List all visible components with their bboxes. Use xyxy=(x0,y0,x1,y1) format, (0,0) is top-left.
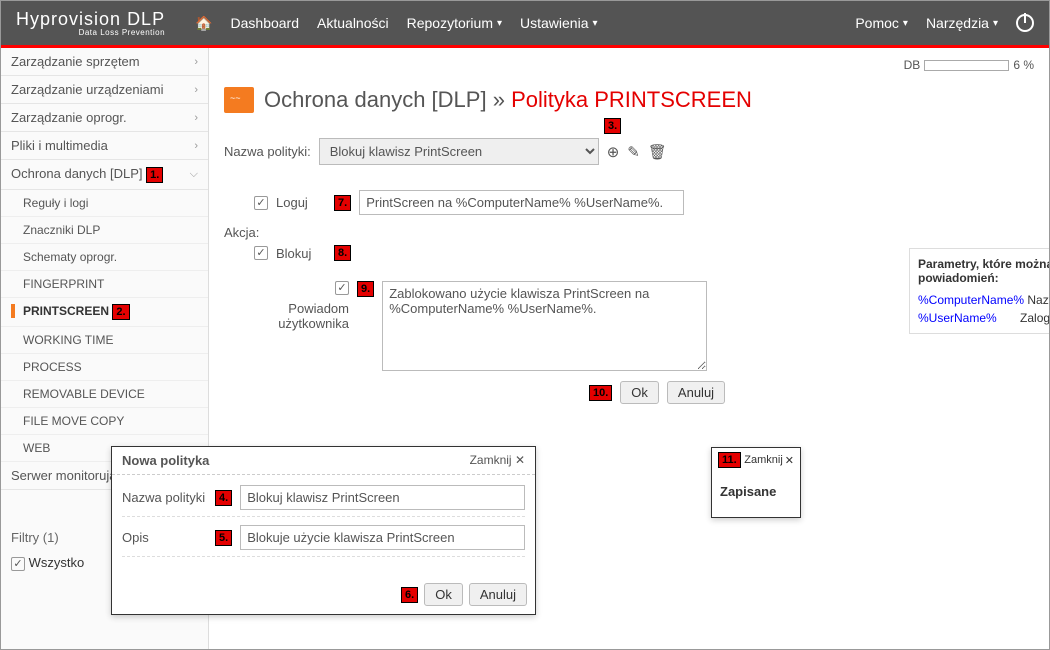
cancel-button[interactable]: Anuluj xyxy=(667,381,725,404)
annotation: 8. xyxy=(334,245,351,261)
filters-all-label: Wszystko xyxy=(29,555,85,570)
modal-cancel-button[interactable]: Anuluj xyxy=(469,583,527,606)
dlp-icon xyxy=(224,87,254,113)
params-box: Parametry, które można użyć w treści log… xyxy=(909,248,1049,334)
sidebar-item-workingtime[interactable]: WORKING TIME xyxy=(1,327,208,354)
policy-name-label: Nazwa polityki: xyxy=(224,144,311,159)
navbar: Hyprovision DLP Data Loss Prevention 🏠 D… xyxy=(1,1,1049,45)
chevron-down-icon: ▾ xyxy=(993,18,998,29)
nav-tools[interactable]: Narzędzia▾ xyxy=(926,15,998,31)
sidebar-group-software[interactable]: Zarządzanie oprogr.› xyxy=(1,104,208,132)
nav-dashboard[interactable]: Dashboard xyxy=(231,15,300,32)
sidebar-group-files[interactable]: Pliki i multimedia› xyxy=(1,132,208,160)
modal-desc-label: Opis xyxy=(122,530,207,545)
annotation: 3. xyxy=(604,118,621,134)
sidebar-item-removable[interactable]: REMOVABLE DEVICE xyxy=(1,381,208,408)
chevron-right-icon: › xyxy=(194,56,198,68)
params-title: Parametry, które można użyć w treści log… xyxy=(918,257,1049,285)
sidebar-item-schemas[interactable]: Schematy oprogr. xyxy=(1,244,208,271)
saved-toast: 11. Zamknij ✕ Zapisane xyxy=(711,447,801,518)
add-icon[interactable]: ⊕ xyxy=(607,143,620,161)
sidebar-item-printscreen[interactable]: PRINTSCREEN 2. xyxy=(1,298,208,327)
sidebar-item-rules[interactable]: Reguły i logi xyxy=(1,190,208,217)
annotation: 10. xyxy=(589,385,612,401)
sidebar-item-filemove[interactable]: FILE MOVE COPY xyxy=(1,408,208,435)
modal-close[interactable]: Zamknij ✕ xyxy=(470,453,525,468)
annotation: 7. xyxy=(334,195,351,211)
policy-name-select[interactable]: Blokuj klawisz PrintScreen xyxy=(319,138,599,165)
annotation: 9. xyxy=(357,281,374,297)
nav-home-icon[interactable]: 🏠 xyxy=(195,15,212,32)
chevron-right-icon: › xyxy=(194,140,198,152)
notify-checkbox[interactable]: ✓ xyxy=(335,281,349,295)
param-user: %UserName% xyxy=(918,311,997,325)
toast-body: Zapisane xyxy=(712,472,800,517)
block-label: Blokuj xyxy=(276,246,326,261)
ok-button[interactable]: Ok xyxy=(620,381,659,404)
active-indicator xyxy=(11,304,15,318)
sidebar-item-process[interactable]: PROCESS xyxy=(1,354,208,381)
delete-icon[interactable]: 🗑 xyxy=(648,143,667,161)
param-computer: %ComputerName% xyxy=(918,293,1024,307)
nav-news[interactable]: Aktualności xyxy=(317,15,389,32)
modal-name-input[interactable] xyxy=(240,485,525,510)
sidebar-item-tags[interactable]: Znaczniki DLP xyxy=(1,217,208,244)
annotation: 11. xyxy=(718,452,741,468)
modal-ok-button[interactable]: Ok xyxy=(424,583,463,606)
annotation: 2. xyxy=(112,304,129,320)
db-bar xyxy=(924,60,1009,71)
modal-name-label: Nazwa polityki xyxy=(122,490,207,505)
sidebar-group-hardware[interactable]: Zarządzanie sprzętem› xyxy=(1,48,208,76)
power-icon[interactable] xyxy=(1016,14,1034,32)
chevron-down-icon: ▾ xyxy=(497,18,502,29)
annotation: 6. xyxy=(401,587,418,603)
close-icon[interactable]: ✕ xyxy=(785,454,794,467)
sidebar-group-devices[interactable]: Zarządzanie urządzeniami› xyxy=(1,76,208,104)
modal-title: Nowa polityka xyxy=(122,453,209,468)
chevron-right-icon: › xyxy=(194,112,198,124)
filters-all-checkbox[interactable]: ✓ xyxy=(11,557,25,571)
sidebar-group-dlp[interactable]: Ochrona danych [DLP] 1.⌵ xyxy=(1,160,208,190)
notify-label: Powiadom użytkownika xyxy=(254,301,349,331)
logo: Hyprovision DLP Data Loss Prevention xyxy=(16,9,165,37)
log-text-input[interactable] xyxy=(359,190,684,215)
log-label: Loguj xyxy=(276,195,326,210)
nav-settings[interactable]: Ustawienia▾ xyxy=(520,15,598,32)
annotation: 1. xyxy=(146,167,163,183)
new-policy-modal: Nowa polityka Zamknij ✕ Nazwa polityki 4… xyxy=(111,446,536,615)
chevron-down-icon: ⌵ xyxy=(190,168,198,181)
annotation: 5. xyxy=(215,530,232,546)
page-title: Ochrona danych [DLP] » Polityka PRINTSCR… xyxy=(224,87,1034,113)
block-checkbox[interactable]: ✓ xyxy=(254,246,268,260)
nav-repo[interactable]: Repozytorium▾ xyxy=(407,15,502,32)
action-label: Akcja: xyxy=(224,225,1034,240)
notify-textarea[interactable]: Zablokowano użycie klawisza PrintScreen … xyxy=(382,281,707,371)
annotation: 4. xyxy=(215,490,232,506)
modal-desc-input[interactable] xyxy=(240,525,525,550)
log-checkbox[interactable]: ✓ xyxy=(254,196,268,210)
chevron-right-icon: › xyxy=(194,84,198,96)
nav-help[interactable]: Pomoc▾ xyxy=(855,15,908,31)
chevron-down-icon: ▾ xyxy=(903,18,908,29)
sidebar-item-fingerprint[interactable]: FINGERPRINT xyxy=(1,271,208,298)
toast-close-label[interactable]: Zamknij xyxy=(744,454,783,466)
db-status: DB6 % xyxy=(224,58,1034,72)
edit-icon[interactable]: ✎ xyxy=(627,143,640,161)
chevron-down-icon: ▾ xyxy=(593,18,598,29)
